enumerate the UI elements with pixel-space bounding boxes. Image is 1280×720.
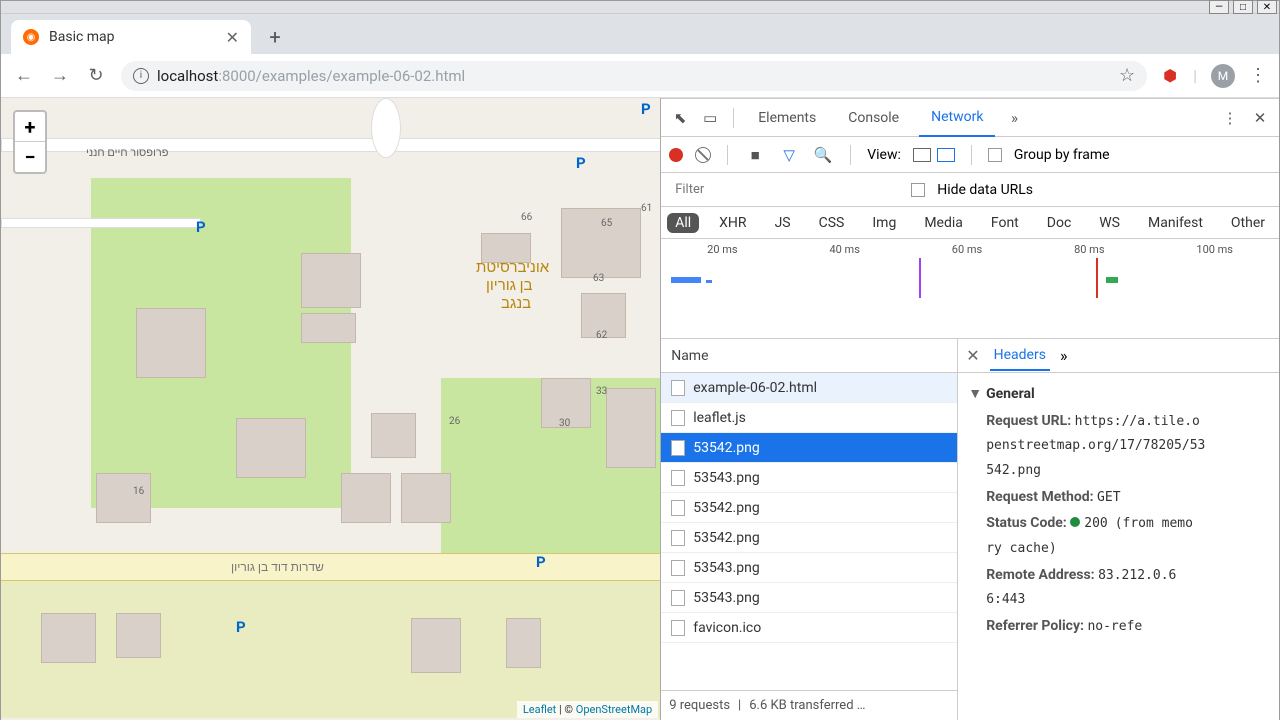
request-row[interactable]: 53542.png — [661, 493, 957, 523]
view-large-icon[interactable] — [913, 148, 931, 162]
inspect-icon[interactable]: ⬉ — [669, 107, 691, 129]
request-row[interactable]: example-06-02.html — [661, 373, 957, 403]
group-label: Group by frame — [1014, 147, 1110, 163]
osm-link[interactable]: OpenStreetMap — [576, 703, 652, 716]
tab-console[interactable]: Console — [836, 99, 911, 137]
file-icon — [671, 380, 685, 396]
request-row[interactable]: 53542.png — [661, 523, 957, 553]
hide-urls-label: Hide data URLs — [937, 182, 1033, 198]
device-toggle-icon[interactable]: ▭ — [699, 107, 721, 129]
request-row[interactable]: leaflet.js — [661, 403, 957, 433]
request-row[interactable]: 53543.png — [661, 463, 957, 493]
file-icon — [671, 500, 685, 516]
browser-tab[interactable]: ◉ Basic map ✕ — [11, 20, 251, 54]
filter-type-ws[interactable]: WS — [1091, 213, 1128, 233]
tab-network[interactable]: Network — [919, 99, 995, 137]
filter-type-css[interactable]: CSS — [811, 213, 853, 233]
favicon-icon: ◉ — [23, 29, 39, 45]
zoom-control: + − — [13, 110, 47, 174]
filter-type-font[interactable]: Font — [983, 213, 1027, 233]
reload-button[interactable]: ↻ — [85, 65, 107, 86]
view-label: View: — [867, 147, 901, 163]
request-row[interactable]: 53542.png — [661, 433, 957, 463]
request-row[interactable]: favicon.ico — [661, 613, 957, 643]
file-icon — [671, 590, 685, 606]
search-icon[interactable]: 🔍 — [812, 144, 834, 166]
file-icon — [671, 440, 685, 456]
map-label: בנגב — [501, 294, 531, 312]
url-input[interactable]: i localhost:8000/examples/example-06-02.… — [121, 61, 1147, 91]
map-label: שדרות דוד בן גוריון — [231, 560, 324, 574]
clear-button[interactable] — [695, 147, 711, 163]
network-summary: 9 requests | 6.6 KB transferred … — [661, 690, 957, 720]
request-row[interactable]: 53543.png — [661, 583, 957, 613]
window-maximize[interactable]: □ — [1233, 0, 1253, 14]
hide-data-urls-checkbox[interactable] — [911, 183, 925, 197]
profile-avatar[interactable]: M — [1211, 64, 1235, 88]
url-host: localhost — [157, 67, 218, 85]
request-detail: ✕ Headers » ▼General Request URL: https:… — [958, 339, 1279, 720]
filter-type-media[interactable]: Media — [916, 213, 971, 233]
file-icon — [671, 620, 685, 636]
zoom-out-button[interactable]: − — [15, 142, 45, 172]
map-attribution: Leaflet | © OpenStreetMap — [517, 701, 658, 718]
view-waterfall-icon[interactable] — [937, 148, 955, 162]
forward-button[interactable]: → — [49, 65, 71, 86]
site-info-icon[interactable]: i — [133, 68, 149, 84]
group-by-frame-checkbox[interactable] — [988, 148, 1002, 162]
window-close[interactable]: ✕ — [1257, 0, 1277, 14]
detail-close-icon[interactable]: ✕ — [966, 346, 979, 365]
filter-input[interactable] — [669, 179, 899, 201]
tabs-more-icon[interactable]: » — [1003, 107, 1025, 129]
file-icon — [671, 410, 685, 426]
general-section[interactable]: ▼General — [968, 381, 1269, 408]
network-timeline[interactable]: 20 ms40 ms60 ms80 ms100 ms — [661, 239, 1279, 339]
tab-strip: ◉ Basic map ✕ + — [1, 14, 1279, 54]
devtools-panel: ⬉ ▭ Elements Console Network » ⋮ ✕ ■ ▽ 🔍… — [661, 98, 1279, 720]
filter-type-xhr[interactable]: XHR — [711, 213, 754, 233]
filter-type-manifest[interactable]: Manifest — [1140, 213, 1211, 233]
filter-type-doc[interactable]: Doc — [1039, 213, 1080, 233]
new-tab-button[interactable]: + — [261, 23, 289, 51]
browser-menu-icon[interactable]: ⋮ — [1249, 65, 1267, 86]
filter-type-js[interactable]: JS — [767, 213, 799, 233]
filter-type-all[interactable]: All — [667, 213, 699, 233]
map-label: פרופסור חיים חנני — [86, 146, 168, 159]
file-icon — [671, 530, 685, 546]
ublock-icon[interactable]: ⬢ — [1161, 67, 1179, 85]
filter-type-img[interactable]: Img — [864, 213, 904, 233]
record-button[interactable] — [669, 148, 683, 162]
address-bar: ← → ↻ i localhost:8000/examples/example-… — [1, 54, 1279, 98]
name-column-header[interactable]: Name — [661, 339, 957, 373]
detail-more-icon[interactable]: » — [1060, 346, 1068, 365]
filter-toggle-icon[interactable]: ▽ — [778, 144, 800, 166]
file-icon — [671, 560, 685, 576]
map-label: בן גוריון — [486, 276, 533, 294]
request-row[interactable]: 53543.png — [661, 553, 957, 583]
tab-close-icon[interactable]: ✕ — [226, 28, 239, 47]
url-path: :8000/examples/example-06-02.html — [218, 67, 465, 85]
leaflet-link[interactable]: Leaflet — [523, 703, 556, 716]
tab-title: Basic map — [49, 29, 115, 45]
request-list: Name example-06-02.htmlleaflet.js53542.p… — [661, 339, 958, 720]
file-icon — [671, 470, 685, 486]
tab-elements[interactable]: Elements — [746, 99, 828, 137]
headers-tab[interactable]: Headers — [990, 341, 1050, 371]
camera-icon[interactable]: ■ — [744, 144, 766, 166]
map-viewport[interactable]: אוניברסיטת בן גוריון בנגב שדרות דוד בן ג… — [1, 98, 661, 720]
devtools-settings-icon[interactable]: ⋮ — [1219, 107, 1241, 129]
filter-type-other[interactable]: Other — [1223, 213, 1273, 233]
bookmark-star-icon[interactable]: ☆ — [1119, 65, 1135, 86]
devtools-close-icon[interactable]: ✕ — [1249, 107, 1271, 129]
back-button[interactable]: ← — [13, 65, 35, 86]
zoom-in-button[interactable]: + — [15, 112, 45, 142]
map-label: אוניברסיטת — [476, 258, 549, 276]
filter-types: All XHR JS CSS Img Media Font Doc WS Manifest Othe… — [661, 207, 1279, 239]
window-minimize[interactable]: — — [1209, 0, 1229, 14]
